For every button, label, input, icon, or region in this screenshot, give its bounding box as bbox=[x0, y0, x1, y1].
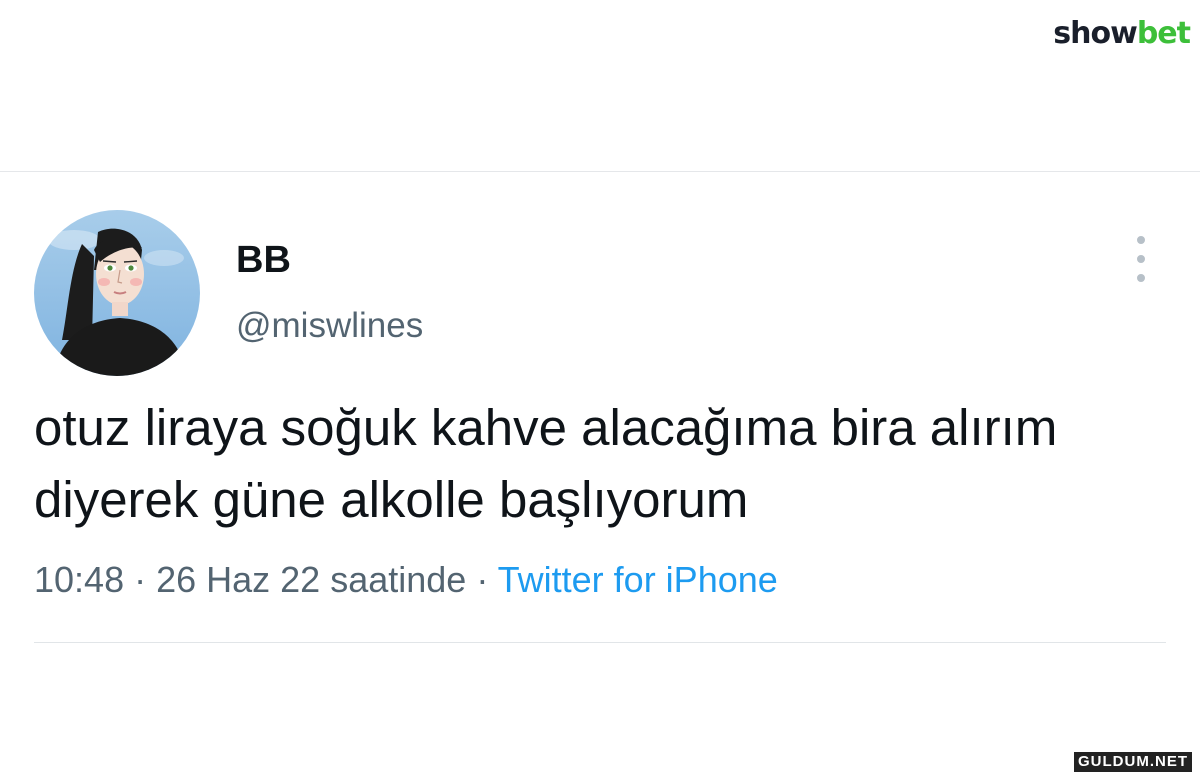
more-options-icon[interactable] bbox=[1126, 236, 1156, 282]
avatar[interactable] bbox=[34, 210, 200, 376]
display-name[interactable]: BB bbox=[236, 238, 291, 282]
tweet-source[interactable]: Twitter for iPhone bbox=[498, 559, 778, 600]
tweet-date[interactable]: 26 Haz 22 saatinde bbox=[156, 559, 466, 600]
meta-separator: · bbox=[124, 559, 157, 600]
tweet-time[interactable]: 10:48 bbox=[34, 559, 124, 600]
top-divider bbox=[0, 171, 1200, 172]
tweet-meta: 10:48 · 26 Haz 22 saatinde · Twitter for… bbox=[34, 558, 778, 602]
tweet-text: otuz liraya soğuk kahve alacağıma bira a… bbox=[34, 399, 1058, 528]
brand-part-bet: bet bbox=[1136, 16, 1191, 51]
showbet-logo: showbet bbox=[1053, 16, 1191, 52]
brand-part-show: show bbox=[1053, 16, 1138, 51]
bottom-divider bbox=[34, 642, 1166, 643]
user-handle[interactable]: @miswlines bbox=[236, 306, 423, 346]
watermark: GULDUM.NET bbox=[1074, 752, 1192, 772]
meta-separator: · bbox=[466, 559, 498, 600]
